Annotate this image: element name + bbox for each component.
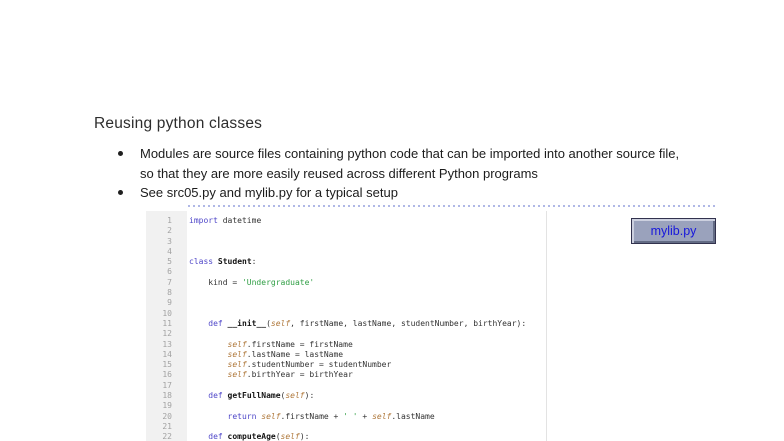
code-line: import datetime [189, 216, 262, 225]
code-screenshot: 1 2 3 4 5 6 7 8 9 10 11 12 13 14 15 16 17 18 19 20 21 22 impo… [146, 211, 547, 441]
code-line: return self.firstName + ' ' + self.lastN… [227, 411, 435, 421]
line-number: 6 [167, 267, 172, 277]
code-line: kind = 'Undergraduate' [189, 277, 315, 287]
code-line: def computeAge(self): [208, 432, 310, 441]
line-number: 21 [162, 421, 172, 431]
line-number: 8 [167, 288, 172, 298]
line-number: 20 [162, 411, 172, 421]
bullet-dot-icon [112, 183, 140, 203]
code-line: self.birthYear = birthYear [227, 370, 353, 380]
line-number: 3 [167, 236, 172, 246]
bullet-list: Modules are source files containing pyth… [112, 144, 692, 203]
bullet-item: Modules are source files containing pyth… [112, 144, 692, 183]
code-line: def __init__(self, firstName, lastName, … [208, 318, 527, 328]
bullet-dot-icon [112, 144, 140, 183]
line-number: 11 [162, 318, 172, 328]
code-line: class Student: [189, 257, 257, 267]
mylib-label-box: mylib.py [631, 218, 716, 244]
code-line: self.firstName = firstName [227, 339, 353, 349]
line-number: 12 [162, 329, 172, 339]
bullet-text: Modules are source files containing pyth… [140, 146, 680, 181]
page-title: Reusing python classes [94, 115, 263, 132]
line-number: 16 [162, 370, 172, 380]
code-gutter: 1 2 3 4 5 6 7 8 9 10 11 12 13 14 15 16 17 18 19 20 21 22 [146, 211, 187, 441]
mylib-label-text: mylib.py [650, 224, 697, 238]
bullet-item: See src05.py and mylib.py for a typical … [112, 183, 692, 203]
line-number: 1 [167, 216, 172, 225]
line-number: 18 [162, 391, 172, 401]
code-line: self.studentNumber = studentNumber [227, 360, 392, 370]
line-number: 5 [167, 257, 172, 267]
code-line: def getFullName(self): [208, 391, 315, 401]
line-number: 7 [167, 277, 172, 287]
dashed-divider [188, 205, 716, 207]
line-number: 13 [162, 339, 172, 349]
line-number: 9 [167, 298, 172, 308]
line-number: 10 [162, 308, 172, 318]
code-lines: import datetime class Student: kind = 'U… [187, 211, 546, 441]
line-number: 4 [167, 246, 172, 256]
line-number: 17 [162, 380, 172, 390]
line-number: 2 [167, 226, 172, 236]
line-number: 19 [162, 401, 172, 411]
bullet-text: See src05.py and mylib.py for a typical … [140, 185, 398, 200]
line-number: 14 [162, 349, 172, 359]
line-number: 22 [162, 432, 172, 441]
line-number: 15 [162, 360, 172, 370]
code-line: self.lastName = lastName [227, 349, 344, 359]
